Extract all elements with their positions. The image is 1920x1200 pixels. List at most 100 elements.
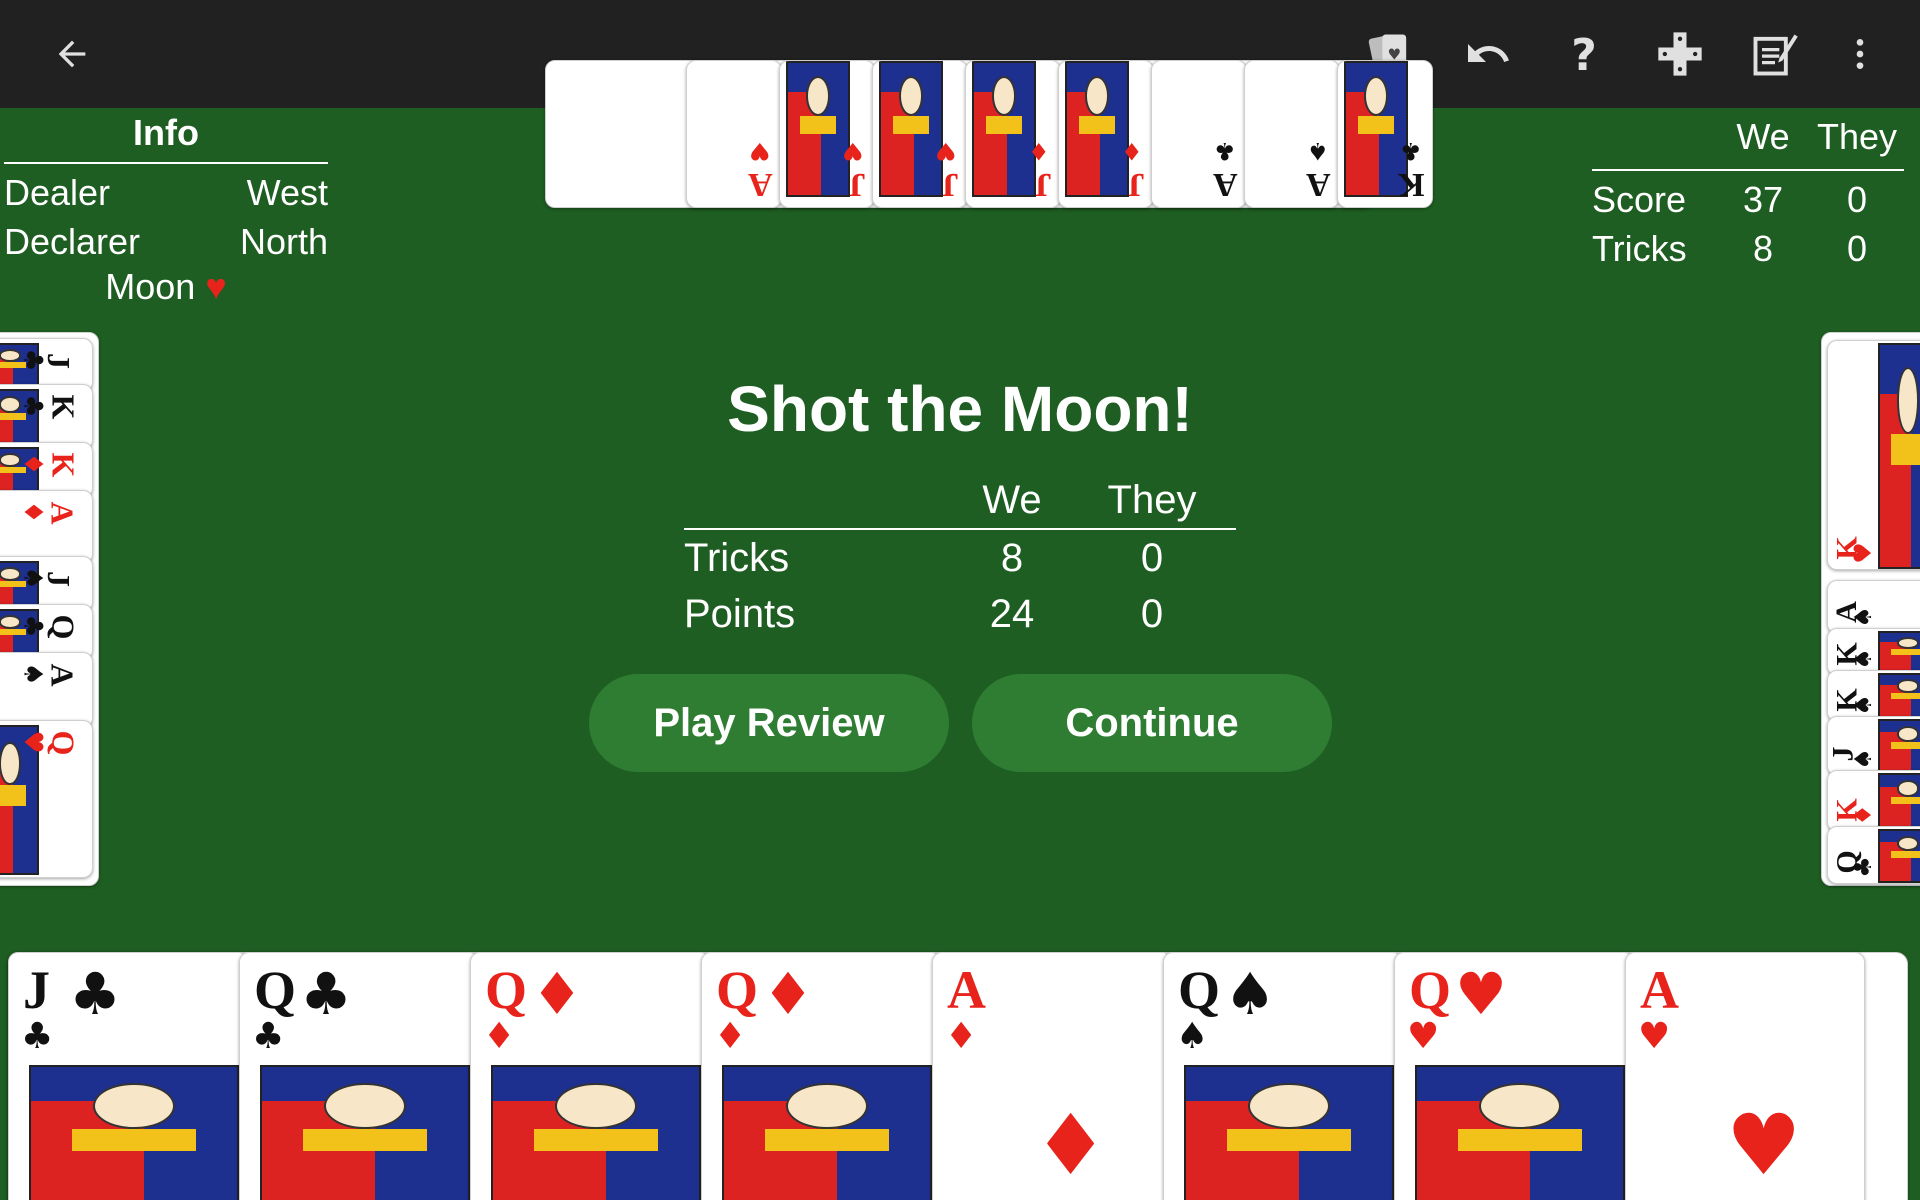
club-suit-icon: ♣ — [21, 1016, 54, 1057]
they-value: 0 — [1846, 227, 1868, 269]
spade-suit-icon: ♠ — [1224, 960, 1276, 1028]
card-rank: A — [44, 663, 81, 687]
card-queen-of-hearts[interactable]: Q ♥ ♥ — [1394, 952, 1634, 1200]
row-label: Tricks — [684, 535, 790, 580]
diamond-suit-icon: ♦ — [1848, 804, 1877, 826]
card-king-of-clubs: K ♣ — [1337, 60, 1433, 208]
card-rank: J — [41, 353, 77, 369]
help-icon[interactable]: ? — [1548, 18, 1620, 90]
court-figure — [1415, 1065, 1625, 1200]
scoreboard-row: Tricks 8 0 — [1592, 224, 1904, 273]
direction-pad-icon[interactable] — [1644, 18, 1716, 90]
spade-suit-icon: ♠ — [17, 662, 48, 686]
spade-suit-icon: ♠ — [1848, 694, 1877, 716]
card-rank: A — [947, 960, 986, 1020]
club-suit-icon: ♣ — [1214, 137, 1236, 165]
card-jack-of-diamonds: J ♦ — [965, 60, 1061, 208]
info-value: West — [246, 171, 328, 213]
card-ace-of-diamonds: A ♦ — [0, 490, 93, 564]
card-queen-of-diamonds[interactable]: Q ♦ ♦ — [701, 952, 941, 1200]
card-king-of-spades: K ♠ — [1827, 628, 1920, 676]
spade-suit-icon: ♠ — [1176, 1016, 1209, 1057]
column-header: We — [1736, 115, 1790, 157]
undo-icon[interactable] — [1452, 18, 1524, 90]
result-row: Points 24 0 — [684, 586, 1236, 642]
diamond-suit-icon: ♦ — [762, 960, 814, 1028]
card-ace-of-spades: A ♠ — [0, 652, 93, 728]
we-value: 8 — [1752, 227, 1774, 269]
club-suit-icon: ♣ — [300, 960, 352, 1028]
diamond-suit-icon: ♦ — [1028, 137, 1050, 165]
info-row-declarer: Declarer North — [4, 217, 328, 266]
court-figure — [1184, 1065, 1394, 1200]
court-figure — [1878, 673, 1920, 721]
heart-suit-icon: ♥ — [17, 730, 48, 754]
card-jack-of-hearts: J ♥ — [872, 60, 968, 208]
card-rank: Q — [716, 960, 759, 1020]
club-suit-icon: ♣ — [69, 960, 121, 1028]
spade-suit-icon: ♠ — [17, 566, 48, 590]
heart-suit-icon: ♥ — [1407, 1016, 1440, 1057]
heart-suit-icon: ♥ — [749, 137, 771, 165]
contract-line: Moon ♥ — [4, 266, 328, 308]
card-ace-of-diamonds[interactable]: A ♦ ♦ — [932, 952, 1172, 1200]
club-suit-icon: ♣ — [1848, 856, 1877, 878]
card-queen-of-spades[interactable]: Q ♠ ♠ — [1163, 952, 1403, 1200]
court-figure — [879, 61, 943, 197]
scoreboard-header: We They — [1592, 112, 1904, 171]
spade-suit-icon: ♠ — [1307, 137, 1329, 165]
info-value: North — [239, 220, 328, 262]
they-value: 0 — [1140, 535, 1164, 580]
play-review-button[interactable]: Play Review — [589, 674, 949, 772]
court-figure — [491, 1065, 701, 1200]
court-figure — [1878, 773, 1920, 831]
card-rank: J — [849, 166, 866, 203]
card-king-of-spades: K ♠ — [1827, 670, 1920, 722]
we-value: 8 — [1000, 535, 1024, 580]
club-suit-icon: ♣ — [17, 614, 48, 638]
diamond-suit-icon: ♦ — [17, 500, 48, 524]
court-figure — [1878, 829, 1920, 883]
card-rank: J — [23, 960, 50, 1020]
diamond-suit-icon: ♦ — [531, 960, 583, 1028]
more-vertical-icon[interactable] — [1824, 18, 1896, 90]
court-figure — [786, 61, 850, 197]
info-panel: Info Dealer West Declarer North Moon ♥ — [4, 112, 328, 308]
arrow-left-icon[interactable] — [36, 18, 108, 90]
court-figure — [1878, 343, 1920, 569]
we-value: 37 — [1742, 178, 1784, 220]
card-queen-of-clubs[interactable]: Q ♣ ♣ — [239, 952, 479, 1200]
spade-suit-icon: ♠ — [1848, 748, 1877, 770]
card-rank: J — [1035, 166, 1052, 203]
card-rank: J — [942, 166, 959, 203]
court-figure — [29, 1065, 239, 1200]
card-queen-of-diamonds[interactable]: Q ♦ ♦ — [470, 952, 710, 1200]
card-jack-of-hearts: J ♥ — [779, 60, 875, 208]
court-figure — [1878, 719, 1920, 775]
diamond-suit-icon: ♦ — [483, 1016, 516, 1057]
column-header: We — [982, 477, 1042, 522]
diamond-suit-icon: ♦ — [17, 452, 48, 476]
club-suit-icon: ♣ — [17, 394, 48, 418]
continue-button[interactable]: Continue — [972, 674, 1332, 772]
court-figure — [1878, 631, 1920, 675]
spade-suit-icon: ♠ — [1848, 606, 1877, 628]
card-rank: Q — [1409, 960, 1452, 1020]
diamond-suit-icon: ♦ — [714, 1016, 747, 1057]
card-ace-of-spades: A ♠ — [1244, 60, 1340, 208]
club-suit-icon: ♣ — [17, 348, 48, 372]
heart-pip-icon: ♥ — [1726, 1096, 1802, 1194]
court-figure — [260, 1065, 470, 1200]
they-value: 0 — [1846, 178, 1868, 220]
card-rank: Q — [1178, 960, 1221, 1020]
result-table: We They Tricks 8 0 Points 24 0 — [684, 472, 1236, 642]
scoresheet-icon[interactable] — [1739, 18, 1811, 90]
card-rank: A — [1213, 166, 1238, 203]
row-label: Tricks — [1592, 227, 1687, 269]
card-ace-of-hearts[interactable]: A ♥ ♥ — [1625, 952, 1865, 1200]
diamond-suit-icon: ♦ — [945, 1016, 978, 1057]
contract-label: Moon — [105, 266, 196, 307]
card-jack-of-clubs[interactable]: J ♣ ♣ — [8, 952, 248, 1200]
spade-suit-icon: ♠ — [1848, 648, 1877, 670]
diamond-suit-icon: ♦ — [1121, 137, 1143, 165]
